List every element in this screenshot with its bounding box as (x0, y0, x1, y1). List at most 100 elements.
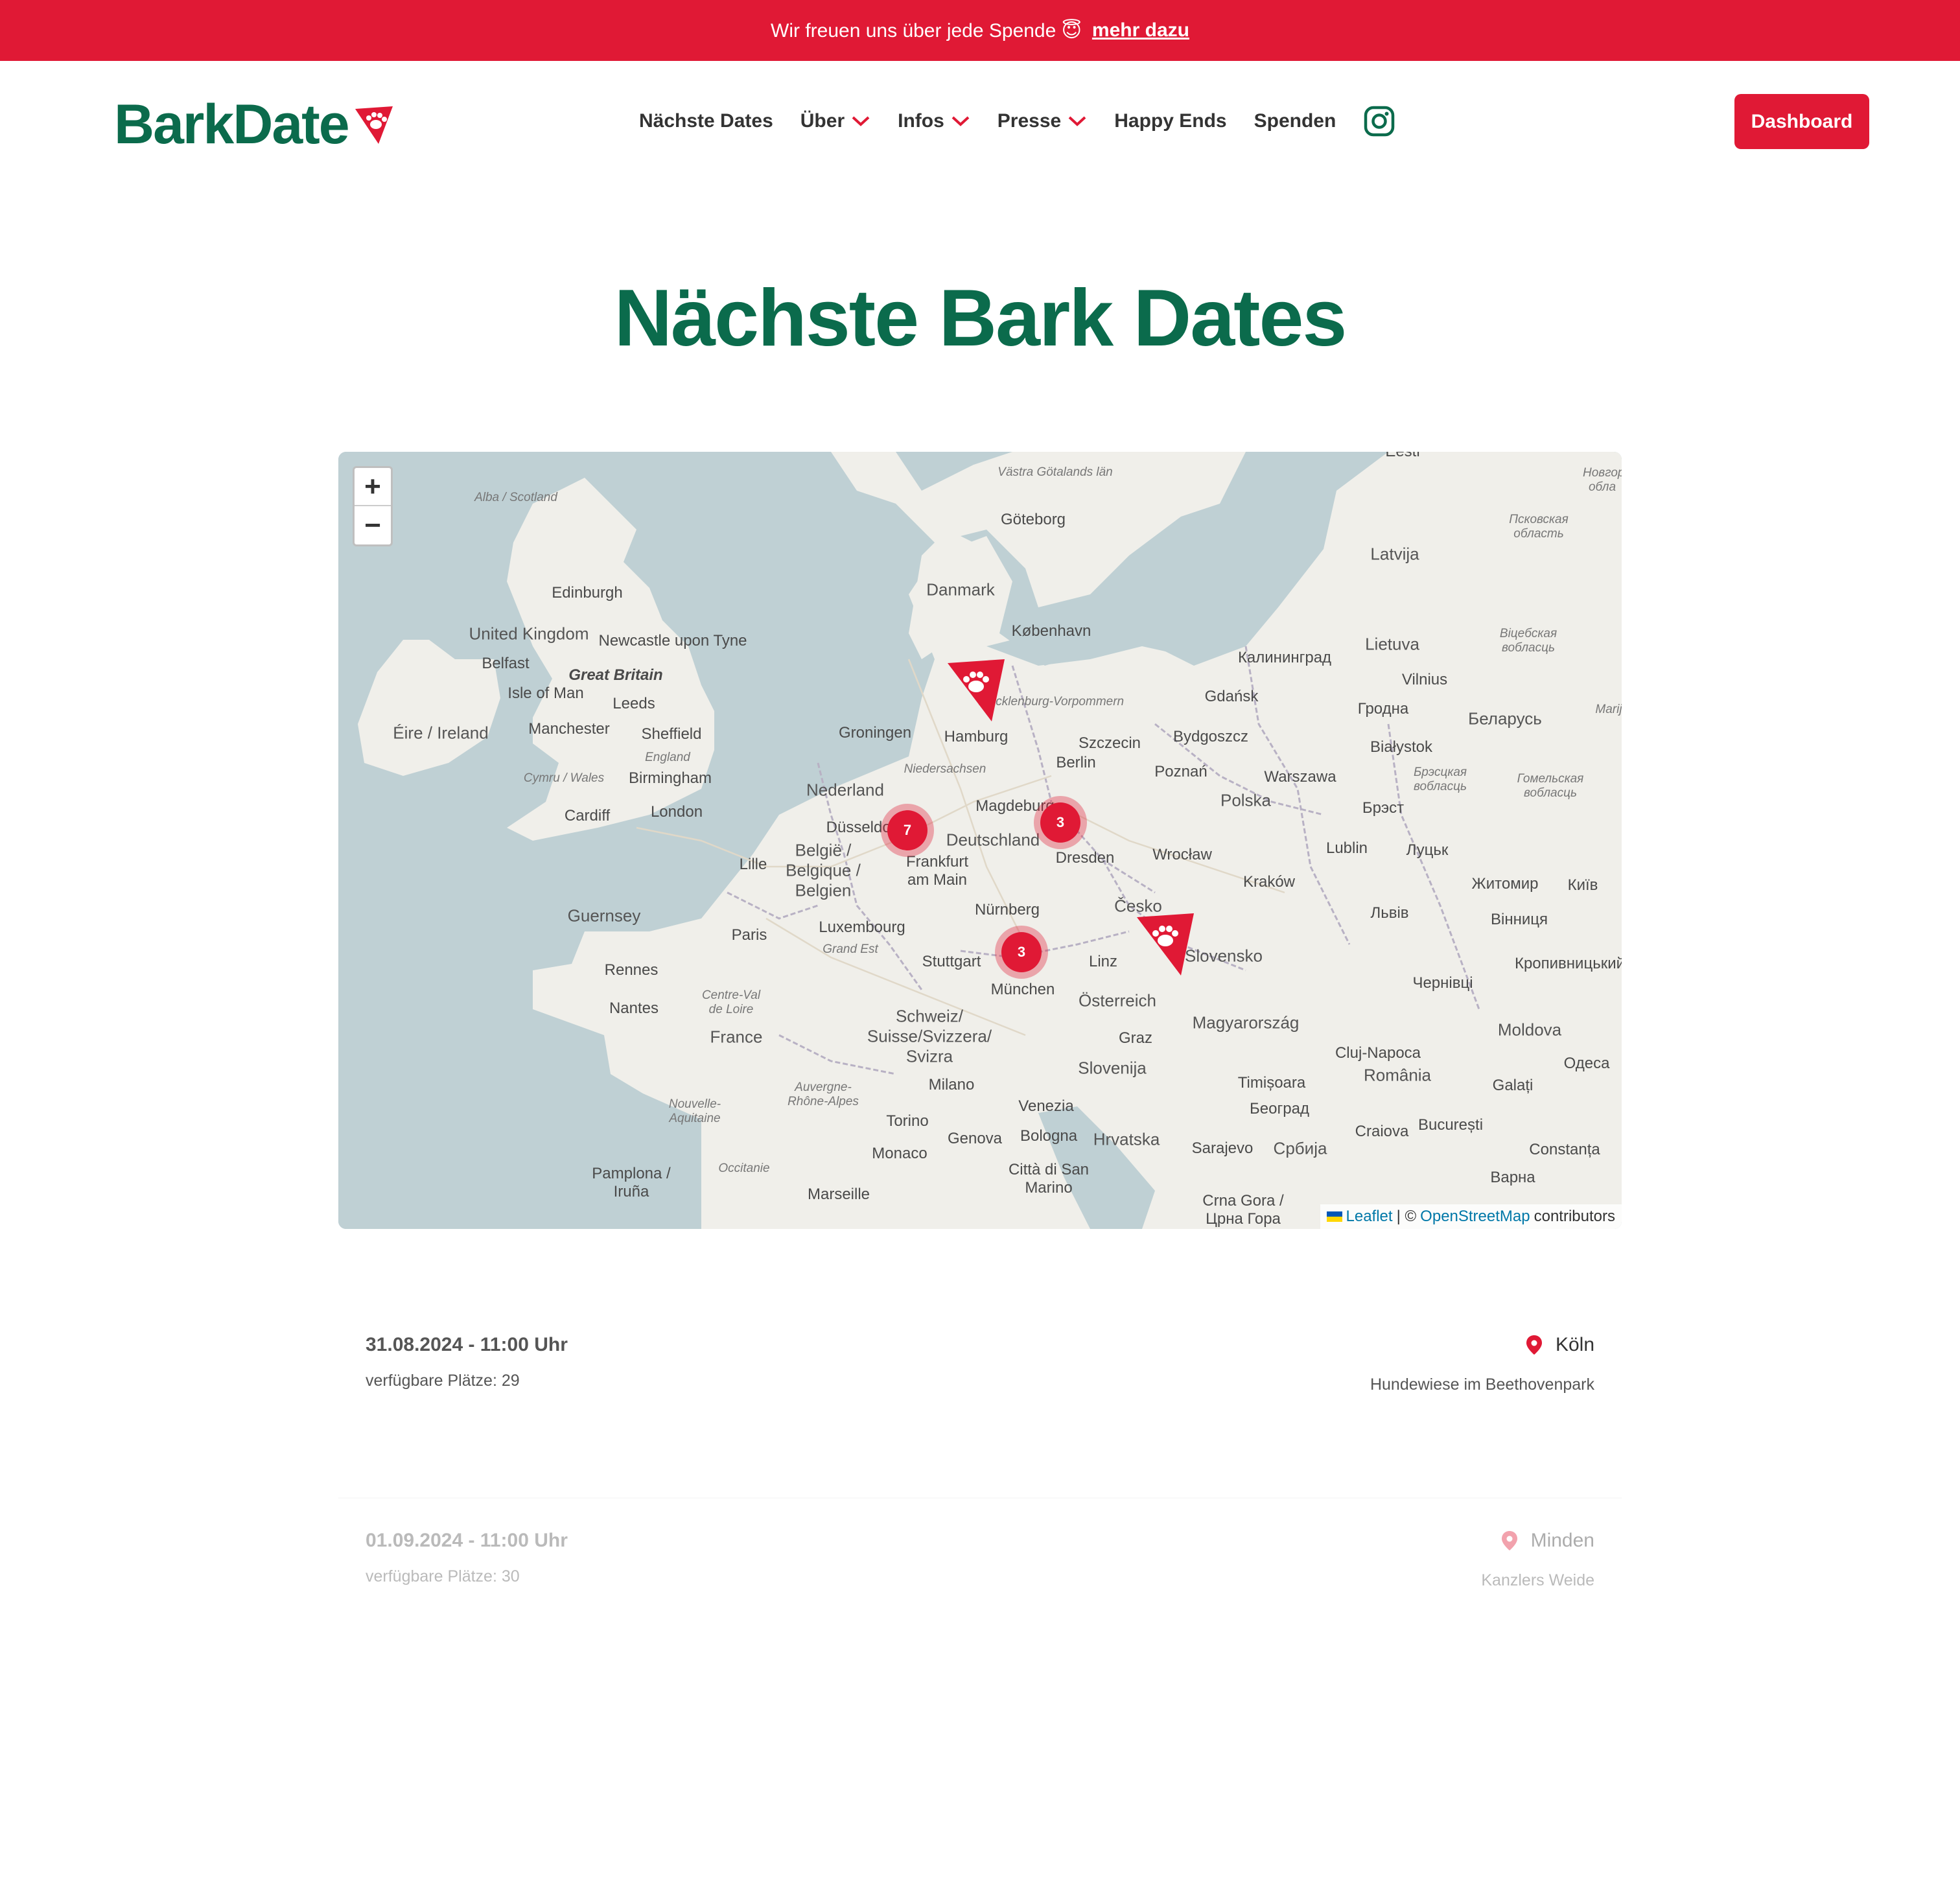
map-label: Österreich (1079, 990, 1156, 1011)
paw-marker-icon[interactable] (945, 659, 1007, 724)
paw-marker-icon[interactable] (1134, 913, 1196, 978)
map-label: Eesti (1385, 452, 1419, 461)
instagram-icon[interactable] (1363, 105, 1395, 137)
map-label: Lietuva (1365, 634, 1419, 654)
map-label: Lublin (1325, 839, 1368, 857)
map-label: Gdańsk (1204, 688, 1259, 705)
map-label: København (1011, 622, 1091, 640)
date-venue: Hundewiese im Beethovenpark (1370, 1375, 1594, 1394)
chevron-down-icon (951, 116, 970, 126)
chevron-down-icon (852, 116, 870, 126)
cluster-count: 3 (1001, 932, 1042, 972)
map-label: Marseille (807, 1186, 870, 1203)
map-label: Pamplona / Iruña (592, 1165, 671, 1200)
map-label: Slovenija (1078, 1058, 1147, 1078)
map-label: Venezia (1018, 1097, 1074, 1115)
map-label: Moldova (1497, 1020, 1562, 1040)
map-label: Србија (1273, 1138, 1327, 1158)
map-label: Constanța (1529, 1141, 1600, 1158)
nav-naechste-dates[interactable]: Nächste Dates (639, 110, 773, 132)
map-label: United Kingdom (469, 624, 589, 644)
map-label: Nantes (609, 1000, 659, 1017)
map-label: Варна (1490, 1169, 1535, 1186)
map-label: Manchester (528, 720, 610, 738)
page-title: Nächste Bark Dates (614, 274, 1348, 363)
dates-list: 31.08.2024 - 11:00 Uhr verfügbare Plätze… (338, 1303, 1622, 1666)
map-label: Groningen (838, 724, 912, 742)
map-label: Sarajevo (1191, 1140, 1254, 1157)
map-label: Niedersachsen (904, 762, 986, 776)
map-label: Auvergne-Rhône-Alpes (788, 1081, 859, 1108)
map-label: Nürnberg (974, 901, 1040, 918)
map-label: Latvija (1370, 544, 1419, 564)
map-label: Nederland (806, 780, 884, 800)
map-label: Житомир (1471, 875, 1539, 893)
map[interactable]: Alba / Scotland Edinburgh United Kingdom… (338, 452, 1622, 1229)
map-label: England (645, 751, 690, 764)
nav-happy-ends[interactable]: Happy Ends (1114, 110, 1226, 132)
map-label: Birmingham (628, 769, 712, 787)
map-label: Kraków (1242, 873, 1296, 891)
nav-spenden[interactable]: Spenden (1254, 110, 1336, 132)
map-label: Danmark (926, 579, 995, 600)
map-label: Vilnius (1401, 671, 1448, 688)
map-label: Polska (1220, 790, 1272, 810)
zoom-control: + − (353, 466, 393, 546)
zoom-out-button[interactable]: − (355, 506, 391, 544)
map-label: Одеса (1563, 1055, 1610, 1072)
map-label: Cluj-Napoca (1335, 1044, 1421, 1062)
map-label: Luxembourg (819, 918, 905, 936)
paw-icon (355, 106, 393, 144)
dashboard-button[interactable]: Dashboard (1734, 94, 1869, 149)
map-label: Occitanie (718, 1162, 770, 1175)
map-cluster[interactable]: 3 (995, 926, 1048, 979)
map-label: Alba / Scotland (474, 491, 557, 504)
map-label: Hamburg (944, 728, 1009, 745)
map-label: Львів (1370, 904, 1409, 922)
cluster-count: 3 (1040, 802, 1080, 843)
map-label: Grand Est (822, 942, 878, 956)
map-label: Galați (1492, 1077, 1534, 1094)
map-label: Slovensko (1185, 946, 1263, 966)
nav-infos[interactable]: Infos (898, 110, 970, 132)
map-label: Кропивницький (1514, 955, 1622, 972)
date-item[interactable]: 31.08.2024 - 11:00 Uhr verfügbare Plätze… (338, 1303, 1622, 1471)
map-pin-icon (1526, 1335, 1542, 1355)
map-cluster[interactable]: 7 (881, 804, 934, 857)
map-label: Брэст (1362, 799, 1405, 817)
map-label: Київ (1567, 876, 1598, 894)
map-label: Great Britain (568, 666, 663, 684)
banner-link[interactable]: mehr dazu (1092, 19, 1189, 41)
map-label: Гомельская вобласць (1517, 772, 1584, 800)
date-city: Minden (1501, 1530, 1594, 1552)
map-cluster[interactable]: 3 (1034, 796, 1087, 849)
map-label: Poznań (1154, 763, 1208, 780)
map-label: Göteborg (1000, 511, 1066, 528)
map-label: Stuttgart (922, 953, 981, 970)
map-label: București (1418, 1116, 1484, 1134)
map-label: Deutschland (946, 830, 1040, 850)
map-label: Éire / Ireland (393, 723, 489, 743)
map-label: Centre-Val de Loire (701, 988, 761, 1016)
osm-link[interactable]: OpenStreetMap (1420, 1208, 1530, 1226)
chevron-down-icon (1068, 116, 1086, 126)
nav-presse[interactable]: Presse (998, 110, 1087, 132)
map-label: Timișoara (1237, 1074, 1306, 1092)
map-label: Marij (1595, 703, 1622, 716)
nav-ueber[interactable]: Über (800, 110, 870, 132)
zoom-in-button[interactable]: + (355, 468, 391, 506)
map-label: Hrvatska (1093, 1129, 1160, 1149)
logo[interactable]: BarkDate (114, 93, 395, 156)
leaflet-link[interactable]: Leaflet (1346, 1208, 1393, 1226)
map-label: Cymru / Wales (523, 771, 605, 785)
map-label: Leeds (612, 695, 655, 712)
map-label: Schweiz/ Suisse/Svizzera/ Svizra (867, 1006, 992, 1066)
map-label: Milano (928, 1076, 975, 1093)
logo-text: BarkDate (114, 93, 350, 156)
map-attribution: Leaflet | © OpenStreetMap contributors (1320, 1204, 1622, 1229)
map-label: Crna Gora / Црна Гора (1202, 1192, 1284, 1228)
site-header: BarkDate Nächste Dates Über Infos Presse… (0, 61, 1960, 181)
date-item[interactable]: 01.09.2024 - 11:00 Uhr verfügbare Plätze… (338, 1497, 1622, 1666)
map-label: Newcastle upon Tyne (598, 632, 747, 649)
map-label: Monaco (872, 1145, 928, 1162)
